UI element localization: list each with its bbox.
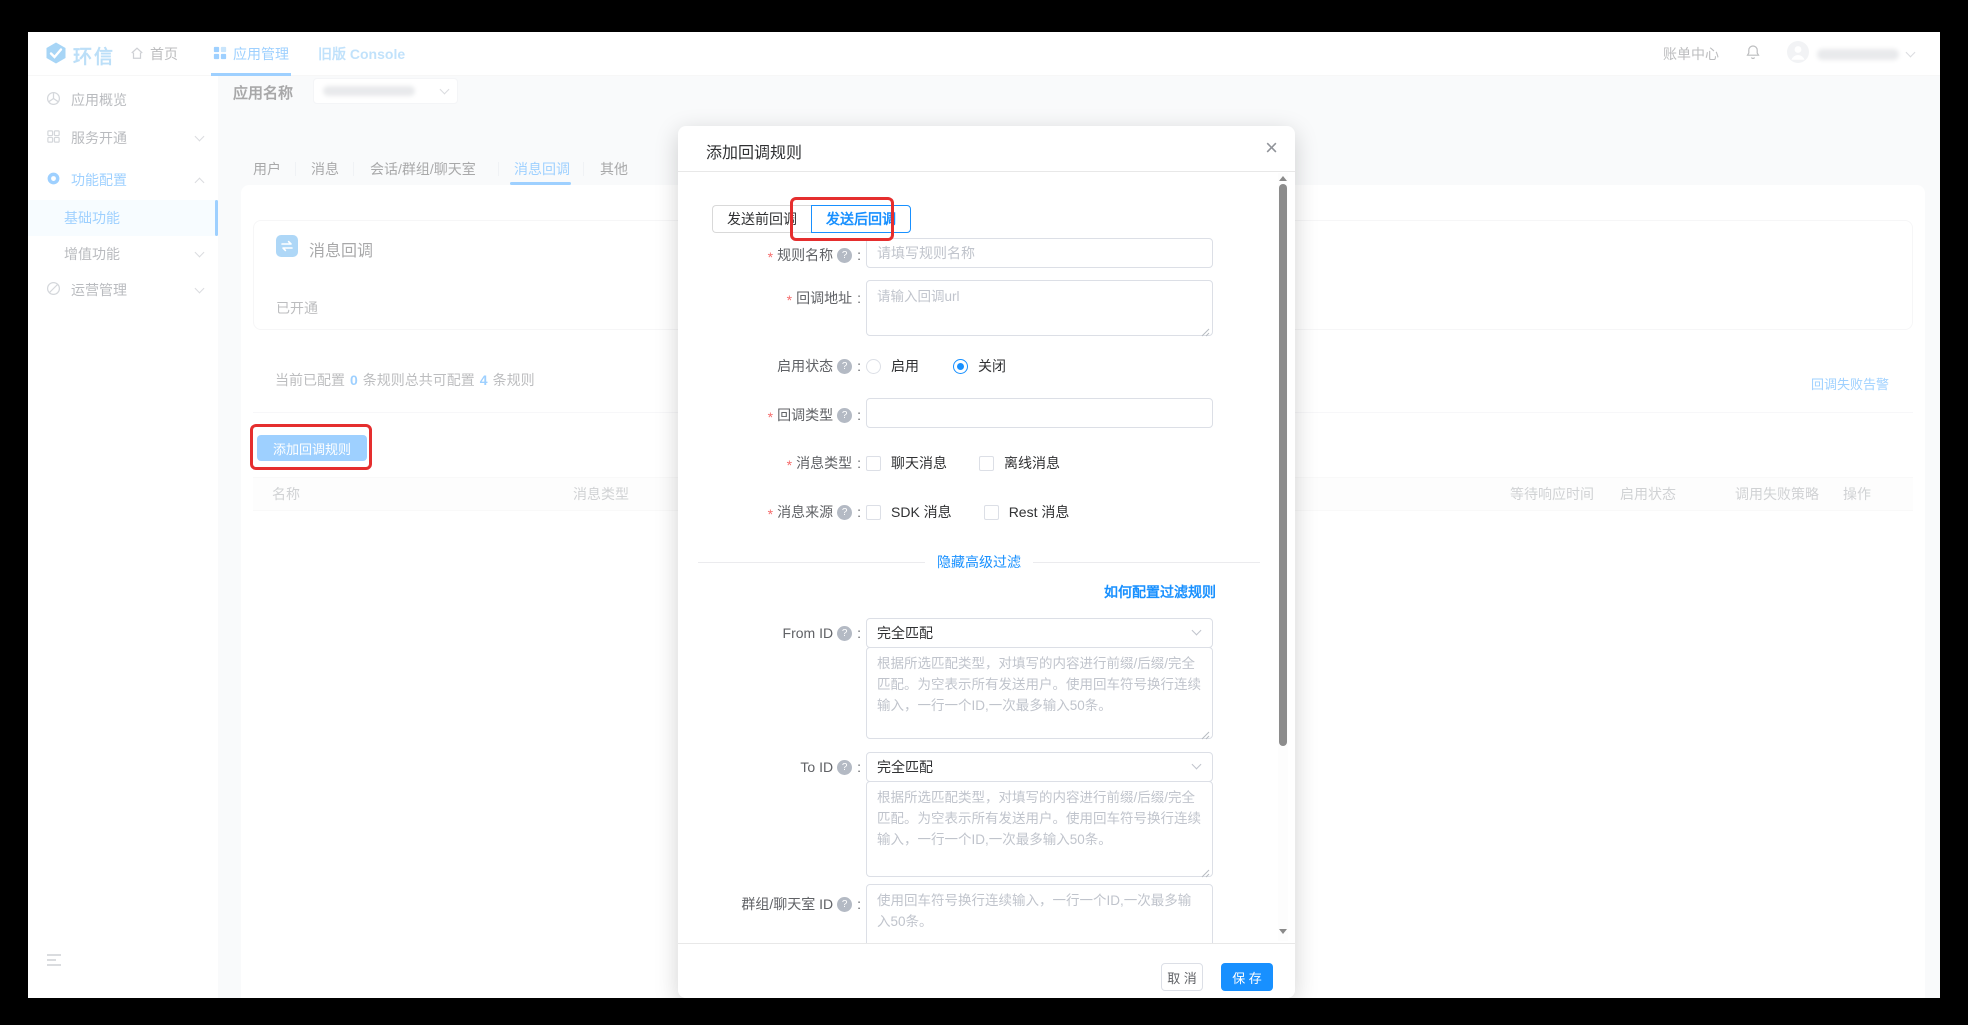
checkbox-chat-message-label[interactable]: 聊天消息 [891,453,947,473]
group-chatroom-id-label: 群组/聊天室 ID ? : [678,894,861,914]
from-id-label: From ID ? : [678,625,861,641]
enable-status-radio-group: 启用 关闭 [866,356,1006,376]
colon: : [857,407,861,423]
rule-name-input[interactable] [866,238,1213,268]
label-text: To ID [800,759,833,775]
required-mark: * [768,506,773,522]
checkbox-offline-message-label[interactable]: 离线消息 [1004,453,1060,473]
checkbox-offline-message[interactable] [979,456,994,471]
callback-type-input[interactable] [866,398,1213,428]
callback-phase-tabs: 发送前回调 发送后回调 [712,205,911,233]
enable-status-label: 启用状态 ? : [678,356,861,376]
dialog-title: 添加回调规则 [706,139,802,163]
message-source-label: * 消息来源 ? : [678,502,861,522]
scrollbar-up-arrow[interactable] [1279,176,1287,181]
colon: : [857,504,861,520]
to-id-label: To ID ? : [678,759,861,775]
help-icon[interactable]: ? [837,248,852,263]
radio-enable-label[interactable]: 启用 [891,356,919,376]
checkbox-chat-message[interactable] [866,456,881,471]
message-type-label: * 消息类型 : [678,453,861,473]
to-id-match-select[interactable]: 完全匹配 [866,752,1213,782]
help-icon[interactable]: ? [837,359,852,374]
colon: : [857,455,861,471]
message-type-checkbox-group: 聊天消息 离线消息 [866,453,1060,473]
label-text: 回调类型 [777,405,833,425]
required-mark: * [787,292,792,308]
label-text: 消息类型 [796,453,852,473]
chevron-down-icon [1192,626,1202,636]
tab-post-send-callback[interactable]: 发送后回调 [811,205,911,233]
divider-line [1033,562,1260,563]
help-icon[interactable]: ? [837,505,852,520]
rule-name-label: * 规则名称 ? : [678,245,861,265]
label-text: 回调地址 [796,288,852,308]
radio-disable-checked[interactable] [953,359,968,374]
label-text: 群组/聊天室 ID [741,894,833,914]
label-text: 消息来源 [777,502,833,522]
scrollbar-down-arrow[interactable] [1279,929,1287,934]
radio-enable[interactable] [866,359,881,374]
callback-type-label: * 回调类型 ? : [678,405,861,425]
checkbox-sdk-message-label[interactable]: SDK 消息 [891,502,952,522]
help-icon[interactable]: ? [837,626,852,641]
add-callback-rule-dialog: 添加回调规则 × 发送前回调 发送后回调 * 规则名称 ? : * 回调地址 :… [678,126,1295,998]
selected-value: 完全匹配 [877,757,933,777]
colon: : [857,625,861,641]
from-id-textarea[interactable] [866,647,1213,739]
hide-advanced-filter-toggle[interactable]: 隐藏高级过滤 [937,552,1021,572]
help-icon[interactable]: ? [837,408,852,423]
modal-scrollbar-thumb[interactable] [1279,184,1287,746]
label-text: From ID [783,625,834,641]
label-text: 启用状态 [777,356,833,376]
radio-disable-label[interactable]: 关闭 [978,356,1006,376]
app-window: 环信 首页 应用管理 旧版 Console 账单中心 应用概览 [28,32,1940,998]
to-id-textarea[interactable] [866,781,1213,877]
required-mark: * [787,457,792,473]
close-icon[interactable]: × [1265,134,1278,162]
label-text: 规则名称 [777,245,833,265]
colon: : [857,358,861,374]
callback-url-textarea[interactable] [866,280,1213,336]
selected-value: 完全匹配 [877,623,933,643]
advanced-filter-divider: 隐藏高级过滤 [698,552,1260,572]
cancel-button[interactable]: 取 消 [1161,963,1203,991]
colon: : [857,759,861,775]
checkbox-rest-message-label[interactable]: Rest 消息 [1009,502,1070,522]
checkbox-sdk-message[interactable] [866,505,881,520]
save-button[interactable]: 保 存 [1221,963,1273,991]
required-mark: * [768,249,773,265]
dialog-header: 添加回调规则 × [678,126,1295,172]
how-to-configure-filter-link[interactable]: 如何配置过滤规则 [1104,582,1216,602]
help-icon[interactable]: ? [837,897,852,912]
help-icon[interactable]: ? [837,760,852,775]
colon: : [857,896,861,912]
checkbox-rest-message[interactable] [984,505,999,520]
required-mark: * [768,409,773,425]
chevron-down-icon [1192,760,1202,770]
callback-url-label: * 回调地址 : [678,288,861,308]
from-id-match-select[interactable]: 完全匹配 [866,618,1213,648]
dialog-footer: 取 消 保 存 [678,943,1295,998]
colon: : [857,247,861,263]
tab-pre-send-callback[interactable]: 发送前回调 [712,205,811,233]
divider-line [698,562,925,563]
message-source-checkbox-group: SDK 消息 Rest 消息 [866,502,1069,522]
colon: : [857,290,861,306]
